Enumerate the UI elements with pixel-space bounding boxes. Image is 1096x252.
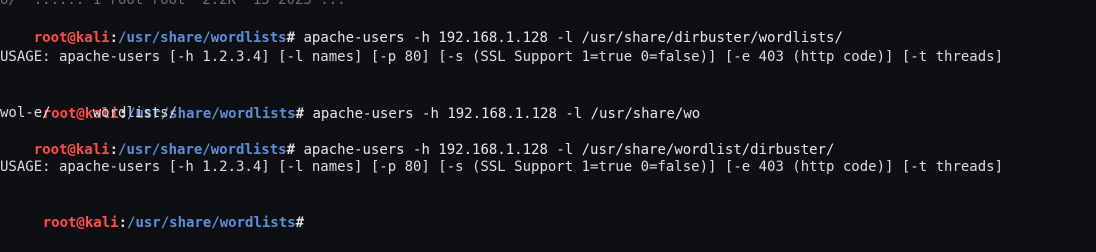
command-text: apache-users -h 192.168.1.128 -l /usr/sh… (295, 30, 843, 46)
prompt-hash: # (286, 142, 296, 158)
prompt-separator: : (118, 215, 128, 231)
prompt-line-3: root@kali:/usr/share/wordlists# apache-u… (0, 122, 835, 158)
terminal-output[interactable]: o/ ...... 1 root root 2.2K 15 2025 ... r… (0, 0, 1096, 231)
prompt-line-2: root@kali:/usr/share/wordlists# apache-u… (9, 86, 700, 122)
prompt-separator: : (109, 142, 119, 158)
prompt-hash: # (295, 215, 305, 231)
cutoff-line: o/ ...... 1 root root 2.2K 15 2025 ... (0, 0, 346, 8)
command-text: apache-users -h 192.168.1.128 -l /usr/sh… (304, 106, 701, 122)
prompt-user: root@kali (42, 215, 119, 231)
prompt-hash: # (295, 106, 305, 122)
command-text: apache-users -h 192.168.1.128 -l /usr/sh… (295, 142, 835, 158)
prompt-path: /usr/share/wordlists (118, 142, 287, 158)
prompt-separator: : (109, 30, 119, 46)
completion-list: wol-e/ wordlists/ (0, 105, 178, 121)
prompt-user: root@kali (33, 142, 110, 158)
prompt-path: /usr/share/wordlists (118, 30, 287, 46)
prompt-line-1: root@kali:/usr/share/wordlists# apache-u… (0, 10, 843, 46)
prompt-hash: # (286, 30, 296, 46)
prompt-user: root@kali (33, 30, 110, 46)
prompt-line-4: root@kali:/usr/share/wordlists# (9, 195, 304, 231)
usage-line-2: USAGE: apache-users [-h 1.2.3.4] [-l nam… (0, 159, 1004, 175)
usage-line-1: USAGE: apache-users [-h 1.2.3.4] [-l nam… (0, 49, 1004, 65)
prompt-path: /usr/share/wordlists (127, 215, 296, 231)
